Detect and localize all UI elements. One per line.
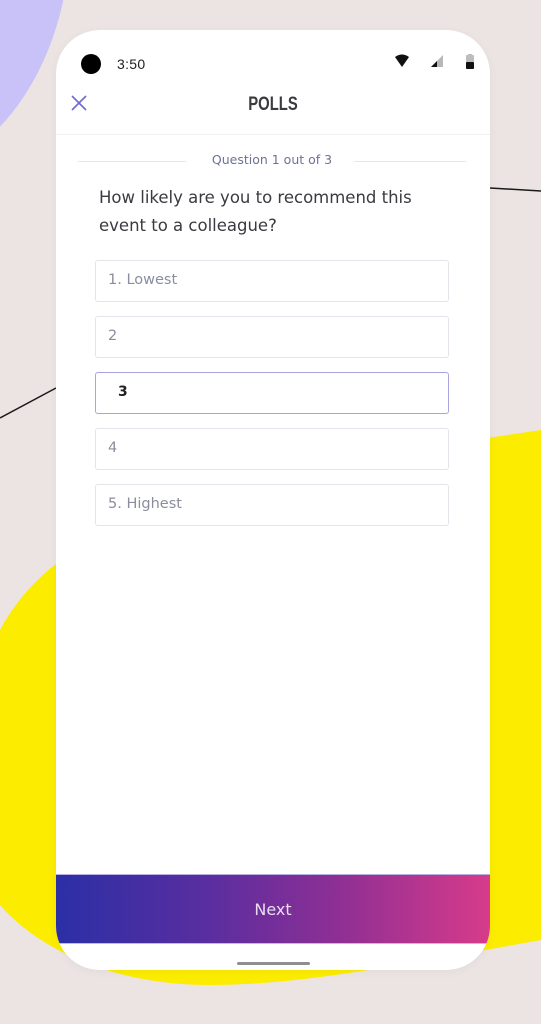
page-title: POLLS (248, 94, 298, 115)
option-label: 3 (118, 384, 128, 400)
status-bar: 3:50 (56, 30, 490, 78)
option-4[interactable]: 4 (95, 428, 449, 470)
option-label: 5. Highest (108, 496, 182, 512)
battery-icon (466, 54, 474, 69)
home-indicator[interactable] (237, 962, 310, 965)
progress-text: Question 1 out of 3 (211, 152, 333, 167)
option-3[interactable]: 3 (95, 372, 449, 414)
divider (354, 161, 466, 162)
close-button[interactable] (66, 90, 92, 116)
next-button[interactable]: Next (56, 874, 490, 944)
decor-line-right (489, 187, 541, 192)
camera-cutout (81, 54, 101, 74)
signal-icon (431, 55, 443, 67)
question-progress: Question 1 out of 3 (78, 152, 466, 170)
option-2[interactable]: 2 (95, 316, 449, 358)
option-label: 4 (108, 440, 118, 456)
option-5[interactable]: 5. Highest (95, 484, 449, 526)
decor-line-left (0, 387, 57, 419)
status-time: 3:50 (117, 56, 146, 72)
next-button-label: Next (254, 899, 292, 919)
option-label: 1. Lowest (108, 272, 178, 288)
answer-options: 1. Lowest 2 3 4 5. Highest (95, 260, 449, 540)
phone-screen: 3:50 POLLS Question 1 out of 3 How likel… (56, 30, 490, 970)
close-icon (71, 95, 87, 111)
option-1[interactable]: 1. Lowest (95, 260, 449, 302)
question-text: How likely are you to recommend this eve… (99, 188, 412, 235)
app-header: POLLS (56, 78, 490, 135)
option-label: 2 (108, 328, 118, 344)
wifi-icon (395, 54, 409, 67)
